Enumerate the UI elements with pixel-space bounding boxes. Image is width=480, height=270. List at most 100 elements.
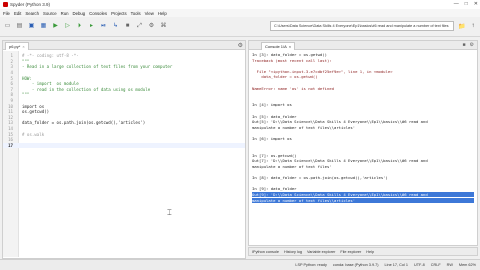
editor-options-icon[interactable]: ⚙ [238,42,243,49]
line-number: 17 [8,142,13,148]
console-output[interactable]: In [3]: data_folder = os.getwd() Tracebac… [252,52,474,244]
code-text: # -*- coding: utf-8 -*- [22,53,79,59]
python-path-icon[interactable]: ⌘ [159,21,168,30]
save-icon[interactable]: ▣ [27,21,36,30]
editor-tab-bar: p6.py* × ⚙ [3,41,245,50]
editor-pane: p6.py* × ⚙ 1 # -*- coding: utf-8 -*- 2 """ 3… [2,40,246,259]
close-console-icon[interactable]: × [289,44,291,49]
code-text: """ [22,58,30,64]
stop-icon[interactable]: ■ [123,21,132,30]
console-line: In [4]: import os [252,102,292,108]
maximize-button[interactable]: □ [465,1,468,7]
new-file-icon[interactable]: ▭ [3,21,12,30]
line-number: 13 [8,120,13,126]
toolbar-icons: ▭ ▤ ▣ ▦ ▶ ▷ ⏵ ▸ ⏯ ↳ ■ ⤢ ⚙ ⌘ [3,21,168,30]
code-editor[interactable]: 1 # -*- coding: utf-8 -*- 2 """ 3 - Read in a… [3,51,245,257]
run-selection-icon[interactable]: ▸ [87,21,96,30]
debug-icon[interactable]: ⏯ [99,21,108,30]
close-tab-icon[interactable]: × [22,44,24,49]
line-number: 9 [10,98,13,104]
menu-search[interactable]: Search [25,11,39,16]
console-line: In [8]: data_folder = os.path.join(os.ge… [252,175,388,181]
line-number: 4 [10,70,13,76]
console-tab[interactable]: Console 1/A × [261,42,296,50]
code-text: """ [22,92,30,98]
folder-browse-icon[interactable]: 📁 [457,21,467,31]
step-icon[interactable]: ↳ [111,21,120,30]
menu-source[interactable]: Source [43,11,57,16]
save-all-icon[interactable]: ▦ [39,21,48,30]
console-line: manipulate a number of text files\\artic… [252,124,356,130]
console-tools: ■ ⚙ [462,42,474,48]
run-icon[interactable]: ▶ [51,21,60,30]
run-cell-advance-icon[interactable]: ⏵ [75,21,84,30]
line-number: 8 [10,92,13,98]
run-cell-icon[interactable]: ▷ [63,21,72,30]
menu-run[interactable]: Run [61,11,69,16]
console-line: manipulate a number of text files' [252,164,332,169]
status-memory: Mem 62% [458,263,476,267]
line-number: 10 [8,103,13,109]
line-number: 12 [8,114,13,120]
console-stop-icon[interactable]: ■ [462,42,465,48]
code-text: data_folder = os.path.join(os.getcwd(),'… [22,120,146,126]
console-options-icon[interactable]: ⚙ [470,42,474,48]
line-number: 11 [8,109,13,115]
status-lsp: LSP Python: ready [295,263,327,267]
code-text: import os [22,103,45,109]
console-line: In [5]: data_folder [252,113,297,119]
parent-dir-icon[interactable]: ↑ [468,21,478,31]
menu-bar: File Edit Search Source Run Debug Consol… [0,9,480,17]
maximize-icon[interactable]: ⤢ [135,21,144,30]
tab-variable-explorer[interactable]: Variable explorer [307,250,335,254]
menu-view[interactable]: View [145,11,154,16]
console-selected-line: Out[9]: 'D:\\Data Science\\Data Skills 4… [252,192,474,197]
menu-help[interactable]: Help [158,11,167,16]
tab-history-log[interactable]: History log [284,250,302,254]
console-line: NameError: name 'os' is not defined [252,85,334,91]
menu-projects[interactable]: Projects [111,11,127,16]
code-text: HOW: [22,75,32,81]
editor-tab-p6[interactable]: p6.py* × [5,42,29,50]
tab-ipython-console[interactable]: IPython console [252,250,279,254]
working-directory-input[interactable]: C:\Users\Data Science\Data Skills 4 Ever… [270,21,454,31]
line-number: 16 [8,137,13,143]
console-line: In [7]: os.getcwd() [252,152,297,158]
line-number: 14 [8,126,13,132]
minimize-button[interactable]: — [454,1,459,7]
code-text: os.getcwd() [22,109,50,115]
open-folder-icon[interactable]: ▤ [15,21,24,30]
tab-file-explorer[interactable]: File explorer [340,250,361,254]
code-text: - import os module [22,81,79,87]
mouse-cursor-icon: ⌶ [167,208,172,217]
console-line: In [6]: import os [252,136,292,141]
window-controls: — □ ✕ [454,1,478,7]
console-tab-bar: Console 1/A × ■ ⚙ [249,41,477,50]
console-pane: Console 1/A × ■ ⚙ In [3]: data_folder = … [248,40,478,246]
preferences-icon[interactable]: ⚙ [147,21,156,30]
window-titlebar: Spyder (Python 3.9) — □ ✕ [0,0,480,9]
line-number: 15 [8,131,13,137]
line-number: 3 [10,64,13,70]
menu-file[interactable]: File [3,11,10,16]
tab-help[interactable]: Help [366,250,374,254]
menu-tools[interactable]: Tools [131,11,141,16]
status-eol: CRLF [430,263,441,267]
menu-edit[interactable]: Edit [14,11,21,16]
close-window-button[interactable]: ✕ [474,1,478,7]
menu-consoles[interactable]: Consoles [89,11,107,16]
menu-debug[interactable]: Debug [72,11,85,16]
main-toolbar: ▭ ▤ ▣ ▦ ▶ ▷ ⏵ ▸ ⏯ ↳ ■ ⤢ ⚙ ⌘ C:\Users\Dat… [0,17,480,37]
code-text: # os.walk [22,131,45,137]
console-selected-line: manipulate a number of text files\\artic… [252,197,474,203]
code-line[interactable]: 17 [3,142,245,149]
line-number: 5 [10,75,13,81]
